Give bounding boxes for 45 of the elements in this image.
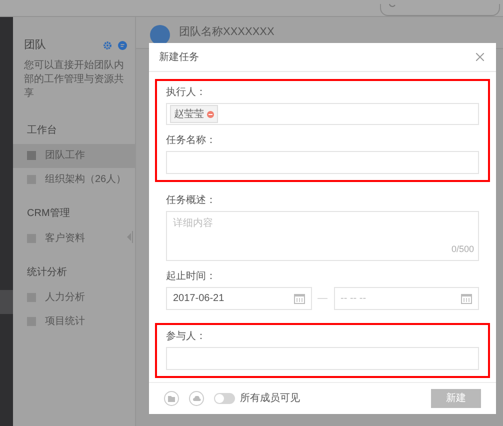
- toggle-label: 所有成员可见: [240, 392, 300, 406]
- assignee-field[interactable]: 赵莹莹: [166, 103, 479, 125]
- field-label: 参与人：: [166, 331, 207, 343]
- team-name: 团队名称XXXXXXX: [179, 25, 274, 40]
- square-icon: [27, 151, 36, 160]
- char-counter: 0/500: [451, 242, 474, 256]
- sidebar-item[interactable]: 组织架构（26人）: [13, 168, 135, 192]
- field-label: 起止时间：: [166, 271, 217, 283]
- team-avatar: [150, 24, 170, 44]
- end-date: -- -- --: [340, 292, 366, 306]
- start-date: 2017-06-21: [173, 292, 224, 306]
- section-heading: 统计分析: [26, 266, 68, 280]
- sidebar-item[interactable]: 团队工作: [13, 144, 135, 168]
- cloud-button[interactable]: [189, 391, 204, 406]
- sidebar-item[interactable]: 人力分析: [13, 286, 135, 310]
- start-date-field[interactable]: 2017-06-21: [166, 287, 312, 310]
- text-input-field[interactable]: [166, 151, 479, 174]
- search-field[interactable]: [380, 4, 500, 16]
- section-heading: 工作台: [26, 124, 58, 138]
- assignee-tag: 赵莹莹: [170, 105, 218, 123]
- remove-icon[interactable]: [207, 110, 214, 118]
- close-icon[interactable]: [476, 53, 484, 61]
- visibility-toggle[interactable]: [214, 393, 235, 404]
- placeholder: 详细内容: [173, 218, 214, 230]
- sidebar-item[interactable]: 客户资料: [13, 226, 135, 250]
- text-input-field[interactable]: [166, 347, 479, 370]
- field-label: 任务概述：: [166, 195, 217, 207]
- field-label: 任务名称：: [166, 135, 217, 147]
- section-heading: CRM管理: [26, 206, 71, 220]
- description-field[interactable]: 详细内容 0/500: [166, 211, 479, 261]
- settings-icon[interactable]: [103, 40, 112, 50]
- sidebar-item[interactable]: 项目统计: [13, 310, 135, 334]
- calendar-icon: [294, 293, 304, 304]
- cloud-icon: [192, 396, 200, 401]
- sidebar-description: 您可以直接开始团队内部的工作管理与资源共享: [23, 58, 125, 100]
- range-separator: —: [318, 292, 328, 306]
- dialog-title: 新建任务: [159, 50, 199, 64]
- collapse-arrow-icon[interactable]: [127, 231, 133, 243]
- calendar-icon: [461, 293, 472, 304]
- folder-button[interactable]: [164, 391, 179, 406]
- chat-icon[interactable]: [118, 40, 127, 50]
- folder-icon: [168, 396, 175, 402]
- end-date-field[interactable]: -- -- --: [334, 287, 479, 310]
- sidebar-title: 团队: [24, 38, 46, 53]
- field-label: 执行人：: [166, 87, 207, 99]
